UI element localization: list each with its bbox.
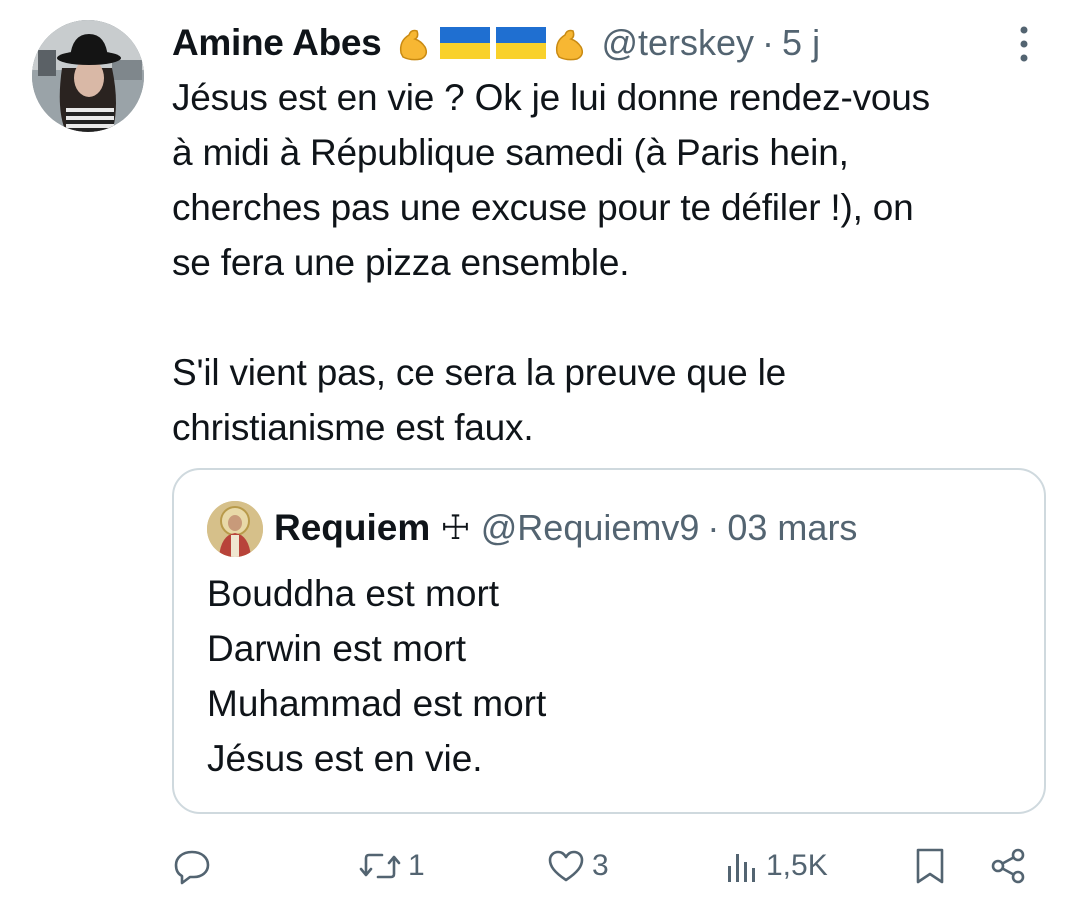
share-icon: [991, 848, 1025, 884]
separator-dot: ·: [762, 22, 775, 63]
views-count: 1,5K: [766, 849, 828, 882]
quote-text: Bouddha est mort Darwin est mort Muhamma…: [207, 573, 547, 779]
author-handle[interactable]: @terskey: [601, 22, 754, 64]
tweet-timestamp[interactable]: 5 j: [782, 22, 820, 64]
quote-author-handle[interactable]: @Requiemv9: [481, 507, 700, 549]
share-button[interactable]: [988, 838, 1028, 894]
tweet[interactable]: Amine Abes @terskey · 5 j Jésus est en v…: [0, 0, 1080, 907]
quote-author-name[interactable]: Requiem: [274, 507, 430, 549]
tweet-text: Jésus est en vie ? Ok je lui donne rende…: [172, 77, 930, 448]
like-button[interactable]: 3: [546, 838, 609, 894]
reply-icon: [174, 850, 210, 885]
more-vertical-icon[interactable]: [1012, 24, 1036, 64]
author-name[interactable]: Amine Abes: [172, 22, 382, 64]
retweet-button[interactable]: 1: [358, 838, 425, 894]
flexed-biceps-emoji: [556, 29, 584, 61]
flexed-biceps-emoji: [400, 29, 428, 61]
quote-timestamp[interactable]: 03 mars: [727, 507, 857, 549]
name-emojis: [395, 23, 591, 63]
bookmark-button[interactable]: [912, 838, 948, 894]
action-bar: 1 3 1,5K: [172, 838, 1032, 894]
cross-emoji: ☩: [440, 509, 471, 547]
quoted-tweet[interactable]: Requiem ☩ @Requiemv9 · 03 mars Bouddha e…: [172, 468, 1046, 814]
heart-icon: [548, 850, 584, 882]
separator-dot: ·: [707, 507, 720, 548]
flag-ukraine-emoji: [496, 27, 547, 59]
flag-ukraine-emoji: [440, 27, 491, 59]
views-icon: [728, 854, 755, 882]
retweet-count: 1: [408, 849, 425, 882]
bookmark-icon: [916, 848, 944, 884]
author-avatar[interactable]: [32, 20, 144, 132]
quote-author-avatar[interactable]: [207, 501, 263, 557]
tweet-header: Amine Abes @terskey · 5 j: [172, 18, 820, 68]
reply-button[interactable]: [172, 838, 218, 894]
views-button[interactable]: 1,5K: [724, 838, 828, 894]
retweet-icon: [359, 853, 401, 879]
quote-header: Requiem ☩ @Requiemv9 · 03 mars: [274, 502, 857, 554]
like-count: 3: [592, 849, 609, 882]
